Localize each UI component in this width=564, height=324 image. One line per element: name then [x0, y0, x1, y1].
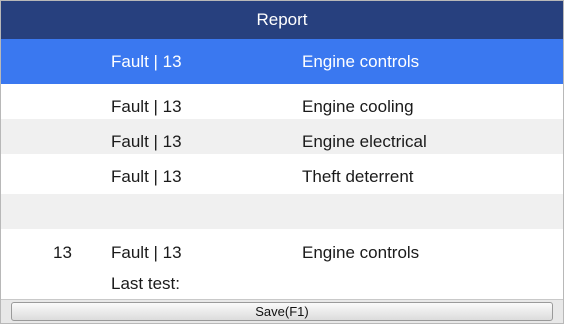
detail-fault: Fault | 13 [111, 243, 182, 262]
title-bar: Report [1, 1, 563, 39]
last-test-label: Last test: [111, 274, 180, 293]
row-fault: Fault | 13 [111, 51, 182, 71]
list-item[interactable]: Fault | 13 Theft deterrent [1, 154, 563, 199]
list-item[interactable] [1, 194, 563, 229]
report-screen: Report Fault | 13 Engine controls Fault … [0, 0, 564, 324]
save-button[interactable]: Save(F1) [11, 302, 553, 321]
fault-detail-panel: 13 Fault | 13 Engine controls Last test: [1, 229, 563, 299]
page-title: Report [256, 10, 308, 29]
detail-system: Engine controls [302, 243, 420, 262]
row-fault: Fault | 13 [111, 166, 182, 186]
row-system: Engine controls [302, 51, 420, 71]
list-item[interactable]: Fault | 13 Engine controls [1, 39, 563, 84]
detail-code: 13 [53, 243, 72, 262]
footer-bar: Save(F1) [1, 299, 563, 323]
row-system: Theft deterrent [302, 166, 414, 186]
